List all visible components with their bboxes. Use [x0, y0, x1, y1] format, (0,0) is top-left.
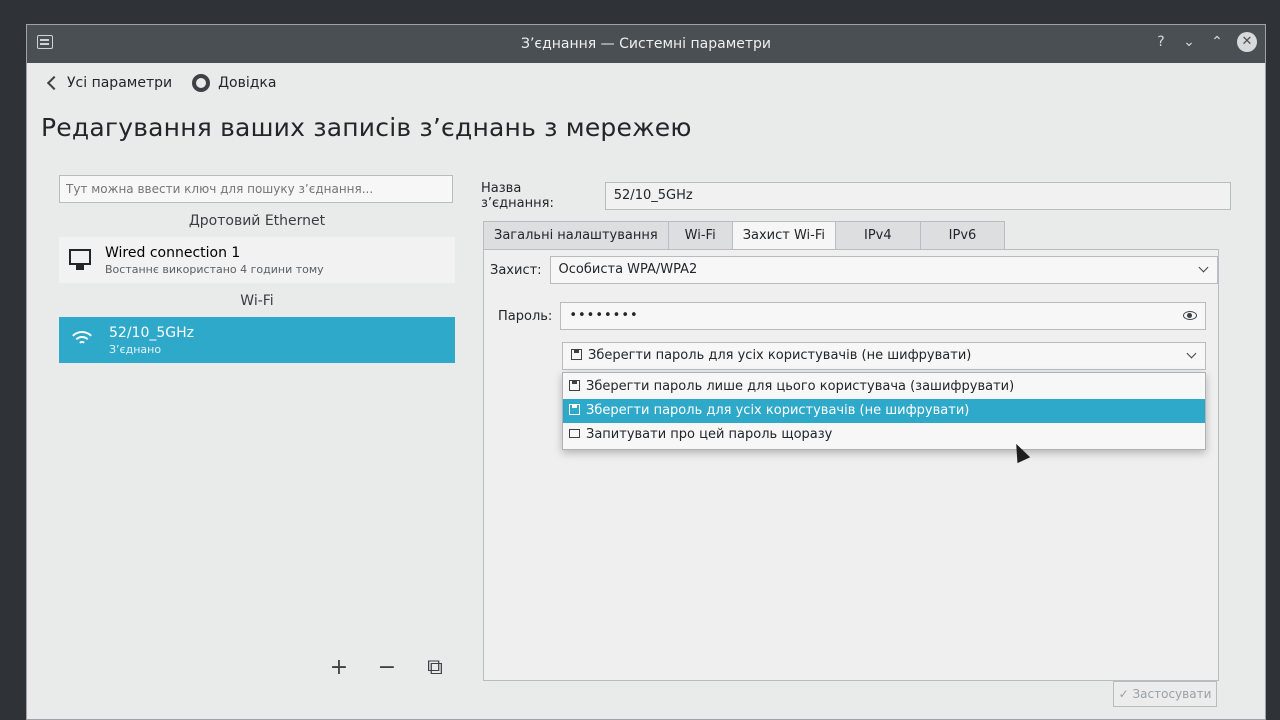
monitor-icon [67, 247, 93, 273]
titlebar: З’єднання — Системні параметри ? ⌄ ⌃ ✕ [27, 25, 1265, 63]
password-row: Пароль: •••••••• [498, 302, 1207, 330]
chat-bubble-icon [569, 429, 580, 438]
connection-item-wifi[interactable]: 52/10_5GHz З’єднано [59, 317, 455, 363]
tab-wifi-security[interactable]: Захист Wi-Fi [731, 221, 836, 249]
connection-name: Wired connection 1 [105, 244, 241, 261]
password-store-row: Зберегти пароль для усіх користувачів (н… [562, 342, 1206, 370]
wifi-icon [67, 327, 97, 353]
connection-name: 52/10_5GHz [109, 324, 194, 341]
connection-editor: Назва з’єднання: 52/10_5GHz Загальні нал… [481, 181, 1231, 707]
help-button[interactable]: Довідка [192, 74, 276, 92]
back-button-label: Усі параметри [67, 75, 173, 91]
tab-ipv4[interactable]: IPv4 [835, 221, 921, 249]
page-title: Редагування ваших записів з’єднань з мер… [41, 113, 692, 142]
wifi-section-title: Wi-Fi [240, 293, 274, 309]
export-connection-button[interactable]: ⧉ [425, 655, 445, 680]
back-button[interactable]: Усі параметри [46, 75, 173, 91]
connection-status: Востаннє використано 4 години тому [105, 262, 324, 276]
dropdown-item-label: Запитувати про цей пароль щоразу [586, 427, 833, 442]
save-icon [569, 380, 580, 391]
save-icon [571, 349, 582, 360]
dropdown-item-all-users[interactable]: Зберегти пароль для усіх користувачів (н… [563, 399, 1205, 423]
connection-status: З’єднано [109, 342, 162, 356]
security-select[interactable]: Особиста WPA/WPA2 [549, 256, 1218, 284]
password-field[interactable]: •••••••• [560, 302, 1207, 330]
show-password-icon[interactable] [1183, 311, 1198, 320]
help-icon[interactable]: ? [1153, 34, 1169, 50]
minimize-icon[interactable]: ⌄ [1181, 34, 1197, 50]
window-buttons: ? ⌄ ⌃ ✕ [1153, 32, 1257, 52]
security-tab-content: Захист: Особиста WPA/WPA2 Пароль: ••••••… [483, 249, 1219, 681]
dropdown-item-label: Зберегти пароль лише для цього користува… [586, 379, 1015, 394]
settings-window: З’єднання — Системні параметри ? ⌄ ⌃ ✕ У… [26, 24, 1266, 720]
window-menu-icon[interactable] [37, 35, 53, 49]
tab-bar: Загальні налаштування Wi-Fi Захист Wi-Fi… [483, 221, 1231, 249]
connections-panel: Дротовий Ethernet Wired connection 1 Вос… [59, 175, 455, 695]
dropdown-item-ask-always[interactable]: Запитувати про цей пароль щоразу [563, 423, 1205, 447]
password-value: •••••••• [569, 308, 639, 323]
help-button-label: Довідка [218, 75, 277, 91]
password-store-value: Зберегти пароль для усіх користувачів (н… [588, 348, 972, 363]
password-store-dropdown: Зберегти пароль лише для цього користува… [562, 372, 1206, 450]
lifebuoy-icon [192, 74, 211, 92]
add-connection-button[interactable]: + [329, 655, 349, 680]
chevron-left-icon [46, 75, 62, 91]
security-row: Захист: Особиста WPA/WPA2 [490, 256, 1218, 284]
window-title: З’єднання — Системні параметри [520, 36, 772, 52]
password-label: Пароль: [498, 308, 553, 324]
password-store-select[interactable]: Зберегти пароль для усіх користувачів (н… [562, 342, 1206, 370]
save-icon [569, 404, 580, 415]
connection-actions: + − ⧉ [329, 655, 445, 680]
security-label: Захист: [490, 262, 542, 278]
dropdown-item-encrypt[interactable]: Зберегти пароль лише для цього користува… [563, 375, 1205, 399]
security-value: Особиста WPA/WPA2 [558, 262, 698, 277]
dropdown-item-label: Зберегти пароль для усіх користувачів (н… [586, 403, 970, 418]
connection-item-wired[interactable]: Wired connection 1 Востаннє використано … [59, 237, 455, 283]
close-icon[interactable]: ✕ [1237, 32, 1257, 52]
toolbar: Усі параметри Довідка [27, 63, 1265, 103]
ethernet-section-title: Дротовий Ethernet [188, 213, 326, 229]
remove-connection-button[interactable]: − [377, 655, 397, 680]
tab-wifi[interactable]: Wi-Fi [667, 221, 733, 249]
tab-ipv6[interactable]: IPv6 [919, 221, 1006, 249]
search-input[interactable] [59, 175, 453, 203]
tab-general[interactable]: Загальні налаштування [483, 221, 669, 249]
apply-button[interactable]: ✓ Застосувати [1113, 681, 1217, 707]
chevron-down-icon [1198, 262, 1208, 273]
connection-name-row: Назва з’єднання: 52/10_5GHz [481, 181, 1231, 211]
maximize-icon[interactable]: ⌃ [1209, 34, 1225, 50]
connection-name-label: Назва з’єднання: [481, 181, 554, 211]
connection-name-field[interactable]: 52/10_5GHz [604, 182, 1231, 210]
chevron-down-icon [1186, 348, 1197, 359]
